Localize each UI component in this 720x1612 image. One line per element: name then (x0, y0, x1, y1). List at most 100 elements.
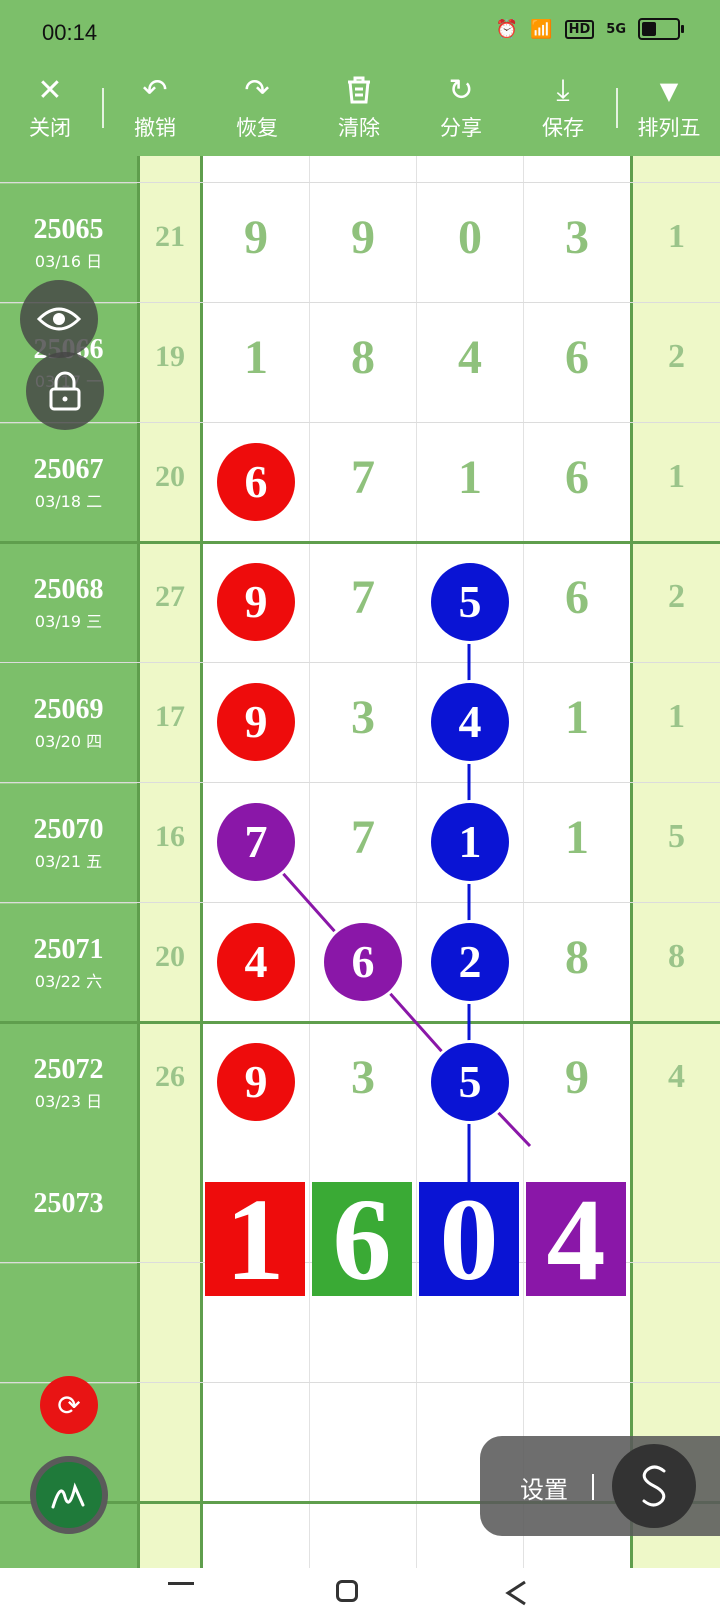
digit-cell[interactable]: 1 (203, 330, 309, 385)
settings-s-button[interactable] (612, 1444, 696, 1528)
digit-cell[interactable]: 1 (524, 810, 630, 865)
issue-label: 25072 03/23 日 (33, 1054, 104, 1111)
digit-cell[interactable]: 3 (310, 1050, 416, 1105)
issue-label: 25069 03/20 四 (33, 694, 104, 751)
back-nav-icon[interactable] (505, 1580, 527, 1606)
digit-cell[interactable]: 1 (417, 450, 523, 505)
marked-ball-blue[interactable]: 5 (431, 563, 509, 641)
status-time: 00:14 (42, 20, 98, 45)
sum-value: 16 (155, 820, 185, 853)
prediction-digit-1[interactable]: 1 (205, 1181, 305, 1299)
sum-value: 20 (155, 460, 185, 493)
marked-ball-red[interactable]: 4 (217, 923, 295, 1001)
home-nav-icon[interactable] (336, 1580, 358, 1602)
eye-icon (37, 307, 81, 331)
marked-ball-blue[interactable]: 5 (431, 1043, 509, 1121)
chart-grid[interactable]: 2506503/16 日 2506603/17 一 2506703/18 二 2… (0, 156, 720, 1568)
status-icons: ⏰ 📶 HD 5G (495, 18, 684, 40)
layout-dropdown[interactable]: ▼ 排列五 (624, 74, 714, 154)
fifth-digit: 4 (668, 1058, 685, 1095)
digit-cell[interactable]: 4 (417, 330, 523, 385)
fifth-digit: 8 (668, 938, 685, 975)
toolbar: ✕ 关闭 ↶ 撤销 ↷ 恢复 清除 ↻ 分享 ⤓ 保存 ▼ 排列五 (0, 64, 720, 156)
marked-ball-red[interactable]: 9 (217, 1043, 295, 1121)
battery-icon (638, 18, 684, 40)
sum-value: 21 (155, 220, 185, 253)
digit-cell[interactable]: 7 (310, 570, 416, 625)
refresh-button[interactable]: ⟳ (40, 1376, 98, 1434)
refresh-icon: ⟳ (57, 1388, 81, 1422)
digit-cell[interactable]: 9 (310, 210, 416, 265)
digit-cell[interactable]: 1 (524, 690, 630, 745)
wifi-icon: 📶 (530, 18, 553, 40)
draw-button[interactable] (30, 1456, 108, 1534)
digit-cell[interactable]: 3 (310, 690, 416, 745)
sum-value: 27 (155, 580, 185, 613)
undo-button[interactable]: ↶ 撤销 (110, 74, 200, 154)
redo-button[interactable]: ↷ 恢复 (212, 74, 302, 154)
marked-ball-red[interactable]: 6 (217, 443, 295, 521)
digit-cell[interactable]: 9 (203, 210, 309, 265)
digit-cell[interactable]: 6 (524, 450, 630, 505)
digit-cell[interactable]: 7 (310, 810, 416, 865)
close-button[interactable]: ✕ 关闭 (5, 74, 95, 154)
digit-cell[interactable]: 6 (524, 330, 630, 385)
digit-cell[interactable]: 9 (524, 1050, 630, 1105)
digit-cell[interactable]: 7 (310, 450, 416, 505)
download-icon: ⤓ (556, 73, 570, 108)
system-nav-bar (0, 1568, 720, 1612)
marked-ball-red[interactable]: 9 (217, 683, 295, 761)
fifth-digit: 2 (668, 338, 685, 375)
settings-label: 设置 (520, 1476, 568, 1504)
lock-toggle-button[interactable] (26, 352, 104, 430)
sum-value: 19 (155, 340, 185, 373)
issue-label-next: 25073 (33, 1188, 104, 1219)
digit-cell[interactable]: 3 (524, 210, 630, 265)
fifth-digit: 1 (668, 218, 685, 255)
status-bar: 00:14 ⏰ 📶 HD 5G (0, 0, 720, 64)
issue-label: 25067 03/18 二 (33, 454, 104, 511)
eye-toggle-button[interactable] (20, 280, 98, 358)
menu-nav-icon[interactable] (168, 1582, 194, 1585)
toolbar-divider (102, 88, 104, 128)
trash-icon (314, 74, 404, 108)
issue-label: 25071 03/22 六 (33, 934, 104, 991)
s-curve-icon (642, 1465, 666, 1507)
dropdown-triangle-icon: ▼ (659, 77, 679, 105)
close-icon: ✕ (37, 73, 63, 108)
undo-icon: ↶ (142, 73, 168, 108)
share-button[interactable]: ↻ 分享 (416, 74, 506, 154)
clear-button[interactable]: 清除 (314, 74, 404, 154)
issue-label: 25068 03/19 三 (33, 574, 104, 631)
toolbar-divider (616, 88, 618, 128)
share-icon: ↻ (448, 73, 474, 108)
sum-value: 26 (155, 1060, 185, 1093)
signal-icon: 5G (606, 21, 626, 37)
marked-ball-red[interactable]: 9 (217, 563, 295, 641)
prediction-digit-4[interactable]: 4 (526, 1181, 626, 1299)
marked-ball-purple[interactable]: 7 (217, 803, 295, 881)
marked-ball-purple[interactable]: 6 (324, 923, 402, 1001)
digit-cell[interactable]: 8 (310, 330, 416, 385)
digit-cell[interactable]: 0 (417, 210, 523, 265)
fifth-digit: 1 (668, 698, 685, 735)
marked-ball-blue[interactable]: 1 (431, 803, 509, 881)
prediction-digit-3[interactable]: 0 (419, 1181, 519, 1299)
sum-value: 20 (155, 940, 185, 973)
sum-value: 17 (155, 700, 185, 733)
digit-cell[interactable]: 6 (524, 570, 630, 625)
lock-icon (49, 371, 81, 411)
digit-cell[interactable]: 8 (524, 930, 630, 985)
issue-label: 25070 03/21 五 (33, 814, 104, 871)
prediction-digit-2[interactable]: 6 (312, 1181, 412, 1299)
pen-icon (51, 1482, 85, 1509)
settings-divider (592, 1474, 594, 1500)
fifth-digit: 5 (668, 818, 685, 855)
fifth-digit: 1 (668, 458, 685, 495)
marked-ball-blue[interactable]: 2 (431, 923, 509, 1001)
alarm-icon: ⏰ (495, 18, 519, 40)
save-button[interactable]: ⤓ 保存 (518, 74, 608, 154)
settings-panel[interactable]: 设置 (480, 1436, 720, 1536)
fifth-digit: 2 (668, 578, 685, 615)
marked-ball-blue[interactable]: 4 (431, 683, 509, 761)
